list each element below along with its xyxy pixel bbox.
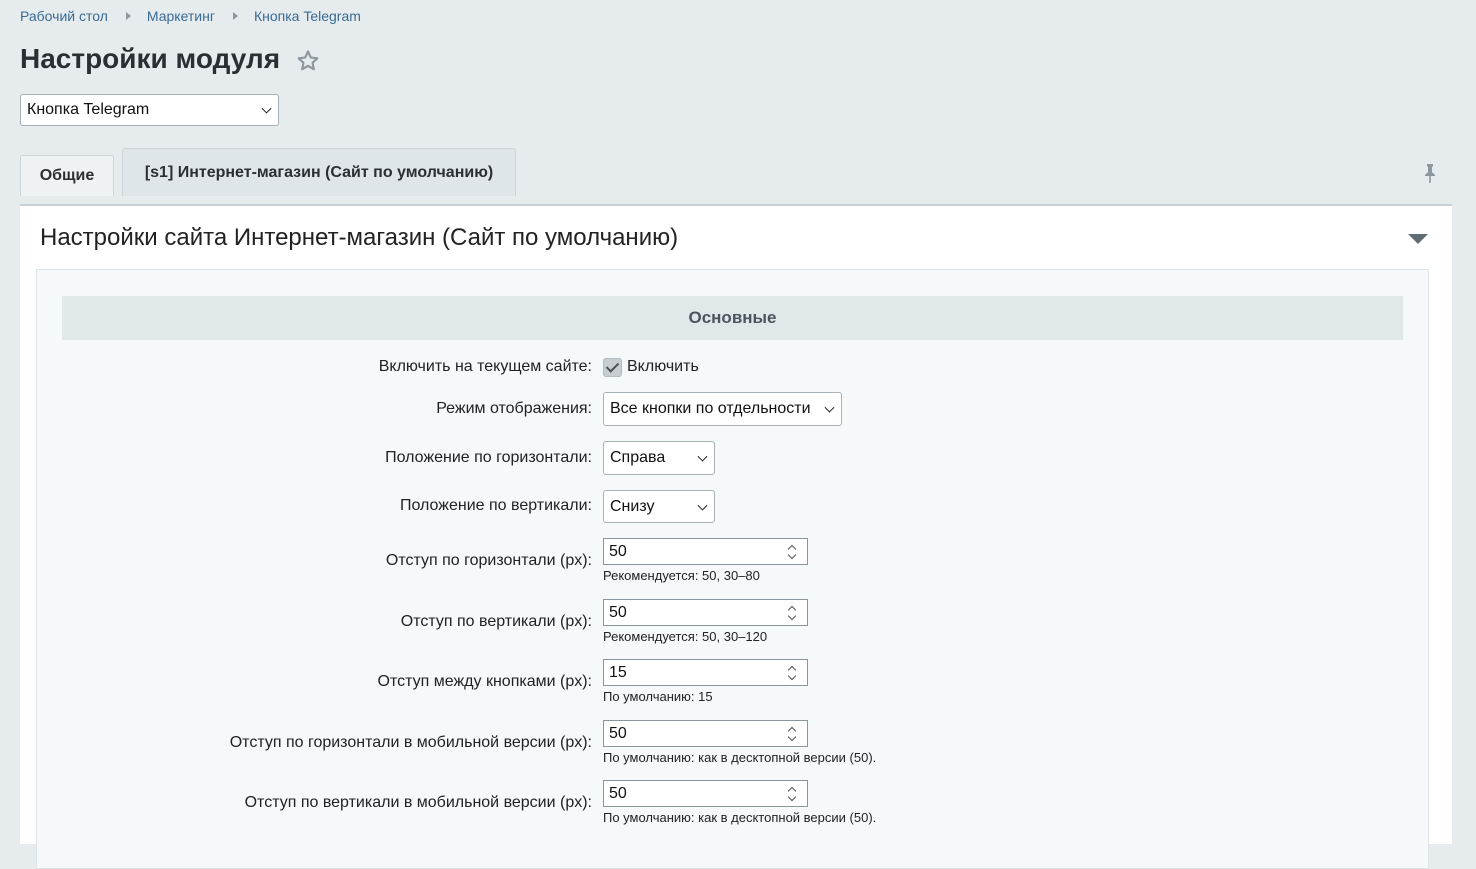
offset-horizontal-label: Отступ по горизонтали (px): [385, 552, 592, 569]
chevron-down-icon [697, 451, 708, 462]
horizontal-position-label: Положение по горизонтали: [385, 449, 592, 466]
display-mode-value: Все кнопки по отдельности [610, 400, 811, 417]
horizontal-position-select[interactable]: Справа [603, 441, 715, 475]
button-gap-input[interactable]: 15 [603, 659, 808, 686]
breadcrumb-separator-icon [232, 12, 238, 20]
offset-vertical-input[interactable]: 50 [603, 599, 808, 626]
pin-icon[interactable] [1420, 162, 1440, 184]
tab-general[interactable]: Общие [20, 155, 114, 196]
mobile-offset-horizontal-value: 50 [609, 724, 627, 742]
spinner-icon[interactable] [781, 541, 803, 562]
spinner-icon[interactable] [781, 662, 803, 683]
offset-vertical-value: 50 [609, 603, 627, 621]
star-icon[interactable] [295, 48, 321, 74]
spinner-icon[interactable] [781, 783, 803, 804]
chevron-down-icon [261, 103, 272, 114]
panel-title: Настройки сайта Интернет-магазин (Сайт п… [40, 224, 679, 251]
vertical-position-label: Положение по вертикали: [399, 497, 592, 514]
enable-checkbox[interactable] [603, 358, 622, 377]
offset-horizontal-value: 50 [609, 542, 627, 560]
display-mode-select[interactable]: Все кнопки по отдельности [603, 392, 842, 426]
vertical-position-select[interactable]: Снизу [603, 490, 715, 523]
chevron-down-icon [824, 402, 835, 413]
button-gap-value: 15 [609, 663, 627, 681]
enable-label: Включить на текущем сайте: [378, 358, 592, 375]
breadcrumb-link-desktop[interactable]: Рабочий стол [20, 8, 108, 24]
offset-vertical-hint: Рекомендуется: 50, 30–120 [603, 629, 768, 644]
breadcrumb-separator-icon [125, 12, 131, 20]
breadcrumb-link-marketing[interactable]: Маркетинг [147, 8, 215, 24]
breadcrumb-link-telegram-button[interactable]: Кнопка Telegram [254, 8, 361, 24]
horizontal-position-value: Справа [610, 449, 666, 466]
vertical-position-value: Снизу [610, 497, 655, 515]
button-gap-label: Отступ между кнопками (px): [377, 673, 592, 690]
module-select[interactable]: Кнопка Telegram [20, 94, 279, 126]
mobile-offset-vertical-hint: По умолчанию: как в десктопной версии (5… [603, 810, 877, 825]
mobile-offset-vertical-value: 50 [609, 784, 627, 802]
check-icon [605, 359, 620, 373]
display-mode-label: Режим отображения: [436, 400, 592, 417]
spinner-icon[interactable] [781, 602, 803, 623]
button-gap-hint: По умолчанию: 15 [603, 689, 713, 704]
offset-horizontal-hint: Рекомендуется: 50, 30–80 [603, 568, 760, 583]
module-select-value: Кнопка Telegram [27, 101, 150, 118]
mobile-offset-vertical-input[interactable]: 50 [603, 780, 808, 807]
mobile-offset-horizontal-input[interactable]: 50 [603, 720, 808, 747]
mobile-offset-horizontal-label: Отступ по горизонтали в мобильной версии… [229, 734, 592, 751]
section-heading: Основные [62, 296, 1403, 340]
offset-vertical-label: Отступ по вертикали (px): [400, 613, 592, 630]
mobile-offset-horizontal-hint: По умолчанию: как в десктопной версии (5… [603, 750, 877, 765]
mobile-offset-vertical-label: Отступ по вертикали в мобильной версии (… [244, 794, 592, 811]
breadcrumb: Рабочий стол Маркетинг Кнопка Telegram [20, 8, 361, 24]
offset-horizontal-input[interactable]: 50 [603, 538, 808, 565]
page-title: Настройки модуля [20, 43, 281, 74]
enable-checkbox-label[interactable]: Включить [627, 358, 699, 376]
collapse-icon[interactable] [1408, 234, 1428, 244]
spinner-icon[interactable] [781, 723, 803, 744]
tab-site-s1[interactable]: [s1] Интернет-магазин (Сайт по умолчанию… [122, 148, 516, 196]
chevron-down-icon [697, 500, 708, 511]
